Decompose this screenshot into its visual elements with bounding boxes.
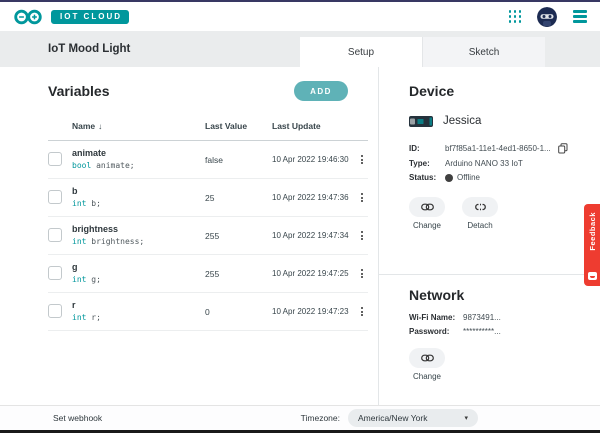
section-divider (379, 274, 600, 275)
tab-setup[interactable]: Setup (300, 37, 422, 67)
timezone-label: Timezone: (301, 413, 340, 423)
device-status-label: Status: (409, 173, 445, 182)
variable-last-value: 25 (205, 193, 272, 203)
row-menu-icon[interactable] (356, 304, 368, 319)
sub-header: IoT Mood Light Setup Sketch (0, 31, 600, 67)
avatar-image-icon (537, 7, 557, 27)
tab-sketch[interactable]: Sketch (422, 37, 545, 67)
variable-last-value: false (205, 155, 272, 165)
row-checkbox[interactable] (48, 266, 62, 280)
device-status-value: Offline (457, 173, 480, 182)
device-id-value: bf7f85a1-11e1-4ed1-8650-1... (445, 144, 551, 153)
variable-row: brightness int brightness; 255 10 Apr 20… (48, 217, 368, 255)
row-checkbox[interactable] (48, 228, 62, 242)
wifi-name-value: 9873491... (463, 313, 582, 322)
variables-table-body: animate bool animate; false 10 Apr 2022 … (48, 141, 368, 331)
sort-descending-icon: ↓ (98, 122, 102, 131)
password-label: Password: (409, 327, 463, 336)
main-content: Variables ADD Name↓ Last Value Last Upda… (0, 67, 600, 405)
page-title: IoT Mood Light (48, 43, 130, 55)
column-header-last-value: Last Value (205, 121, 272, 131)
device-panel: Device Jessica ID: bf7f85a1-11e1-4ed1-86… (379, 67, 600, 405)
status-offline-icon (445, 174, 453, 182)
network-change-button[interactable] (409, 348, 445, 368)
variable-row: g int g; 255 10 Apr 2022 19:47:25 (48, 255, 368, 293)
row-menu-icon[interactable] (356, 266, 368, 281)
variable-last-update: 10 Apr 2022 19:47:25 (272, 269, 356, 278)
variable-declaration: int brightness; (72, 236, 205, 248)
menu-icon[interactable] (573, 10, 587, 23)
user-avatar[interactable] (537, 7, 557, 27)
broken-link-icon (474, 203, 487, 211)
tab-bar: Setup Sketch (300, 37, 545, 67)
timezone-select[interactable]: America/New York ▾ (348, 409, 478, 427)
network-section: Network Wi-Fi Name: 9873491... Password:… (409, 287, 582, 381)
arduino-logo-icon (13, 8, 43, 26)
device-title: Device (409, 83, 582, 99)
variable-row: animate bool animate; false 10 Apr 2022 … (48, 141, 368, 179)
top-bar: IOT CLOUD (0, 2, 600, 31)
column-header-name[interactable]: Name↓ (72, 121, 205, 131)
variable-row: b int b; 25 10 Apr 2022 19:47:36 (48, 179, 368, 217)
row-menu-icon[interactable] (356, 152, 368, 167)
variable-declaration: bool animate; (72, 160, 205, 172)
device-detach-button[interactable] (462, 197, 498, 217)
add-variable-button[interactable]: ADD (294, 81, 348, 101)
password-value: **********... (463, 327, 582, 336)
variable-declaration: int g; (72, 274, 205, 286)
variable-last-value: 255 (205, 231, 272, 241)
row-checkbox[interactable] (48, 152, 62, 166)
device-change-label: Change (413, 221, 441, 230)
variable-row: r int r; 0 10 Apr 2022 19:47:23 (48, 293, 368, 331)
top-bar-actions (509, 7, 588, 27)
row-menu-icon[interactable] (356, 228, 368, 243)
device-type-label: Type: (409, 159, 445, 168)
device-change-button[interactable] (409, 197, 445, 217)
variable-last-value: 255 (205, 269, 272, 279)
network-title: Network (409, 287, 582, 303)
variable-declaration: int b; (72, 198, 205, 210)
device-name: Jessica (443, 115, 481, 127)
link-icon (421, 203, 434, 211)
variable-last-update: 10 Apr 2022 19:46:30 (272, 155, 356, 164)
variable-last-update: 10 Apr 2022 19:47:36 (272, 193, 356, 202)
row-checkbox[interactable] (48, 304, 62, 318)
row-menu-icon[interactable] (356, 190, 368, 205)
wifi-name-label: Wi-Fi Name: (409, 313, 463, 322)
caret-down-icon: ▾ (464, 414, 468, 422)
variable-last-update: 10 Apr 2022 19:47:23 (272, 307, 356, 316)
brand[interactable]: IOT CLOUD (13, 8, 129, 26)
device-details: ID: bf7f85a1-11e1-4ed1-8650-1... Type: A… (409, 143, 582, 182)
device-board-icon (409, 116, 433, 127)
variable-last-value: 0 (205, 307, 272, 317)
variable-last-update: 10 Apr 2022 19:47:34 (272, 231, 356, 240)
variable-name: brightness (72, 223, 205, 236)
feedback-tab[interactable]: Feedback (584, 204, 600, 286)
app-window: IOT CLOUD IoT Mood Light Setup Sketch (0, 0, 600, 433)
row-checkbox[interactable] (48, 190, 62, 204)
feedback-label: Feedback (588, 212, 597, 251)
column-header-last-update: Last Update (272, 121, 356, 131)
footer-bar: Set webhook Timezone: America/New York ▾ (0, 405, 600, 430)
variables-panel: Variables ADD Name↓ Last Value Last Upda… (0, 67, 378, 405)
network-details: Wi-Fi Name: 9873491... Password: *******… (409, 313, 582, 336)
variable-name: g (72, 261, 205, 274)
variable-declaration: int r; (72, 312, 205, 324)
variables-table-header: Name↓ Last Value Last Update (48, 111, 368, 141)
variables-title: Variables (48, 83, 110, 99)
set-webhook-link[interactable]: Set webhook (53, 413, 102, 423)
feedback-smiley-icon (588, 272, 597, 280)
variable-name: animate (72, 147, 205, 160)
device-detach-label: Detach (467, 221, 492, 230)
variable-name: r (72, 299, 205, 312)
brand-badge: IOT CLOUD (51, 10, 129, 24)
copy-icon[interactable] (558, 143, 568, 154)
apps-grid-icon[interactable] (509, 10, 522, 23)
link-icon (421, 354, 434, 362)
variable-name: b (72, 185, 205, 198)
device-type-value: Arduino NANO 33 IoT (445, 159, 582, 168)
timezone-value: America/New York (358, 413, 427, 423)
network-change-label: Change (413, 372, 441, 381)
device-id-label: ID: (409, 144, 445, 153)
